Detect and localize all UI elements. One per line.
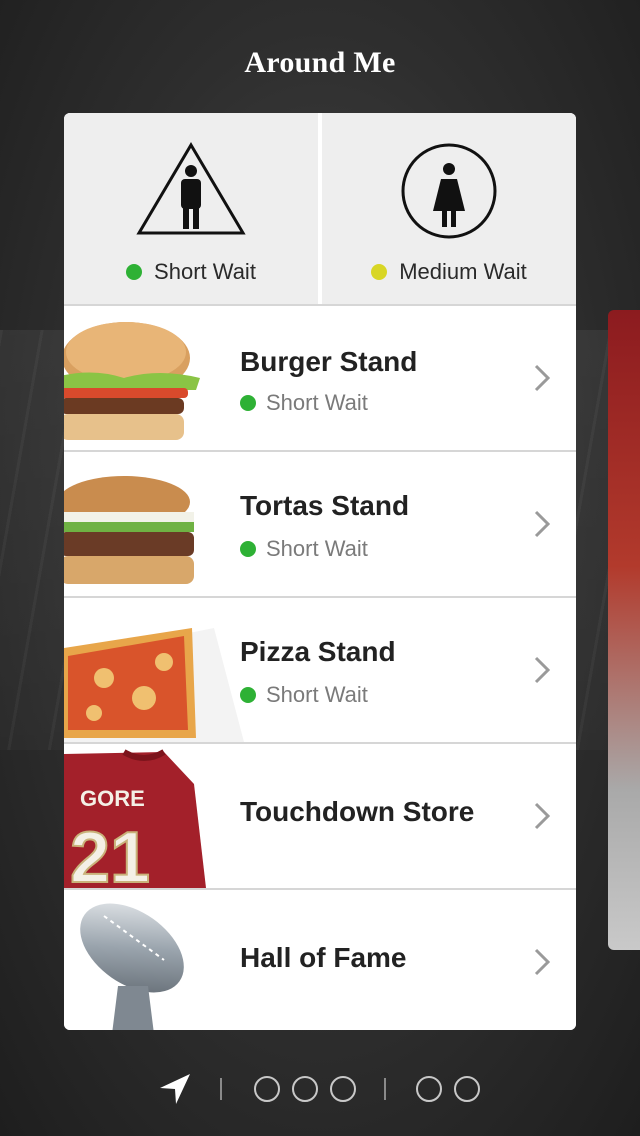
short-wait-indicator xyxy=(240,395,256,411)
list-item-tortas-stand[interactable]: Tortas Stand Short Wait xyxy=(64,450,576,596)
list-item-burger-stand[interactable]: Burger Stand Short Wait xyxy=(64,304,576,450)
list-item-hall-of-fame[interactable]: Hall of Fame xyxy=(64,888,576,1030)
womens-restroom-icon xyxy=(401,143,497,239)
item-wait-label: Short Wait xyxy=(266,390,368,415)
item-name: Burger Stand xyxy=(240,346,418,377)
mens-restroom[interactable]: Short Wait xyxy=(64,113,318,304)
around-me-card: Short Wait Medium Wait Burger Stand Shor… xyxy=(64,113,576,1030)
item-wait-label: Short Wait xyxy=(266,536,368,561)
mens-restroom-icon xyxy=(136,142,246,235)
womens-wait-label: Medium Wait xyxy=(399,259,527,284)
pizza-image xyxy=(64,598,244,742)
jersey-number: 21 xyxy=(70,818,150,888)
separator xyxy=(220,1078,222,1100)
torta-image xyxy=(64,452,214,596)
page-dot[interactable] xyxy=(454,1076,480,1102)
page-indicator xyxy=(0,1070,640,1110)
chevron-right-icon xyxy=(534,364,550,392)
jersey-name: GORE xyxy=(80,786,145,811)
mens-wait-status: Short Wait xyxy=(64,259,318,285)
short-wait-indicator xyxy=(240,687,256,703)
item-wait-label: Short Wait xyxy=(266,682,368,707)
chevron-right-icon xyxy=(534,948,550,976)
list-item-touchdown-store[interactable]: GORE 21 Touchdown Store xyxy=(64,742,576,888)
chevron-right-icon xyxy=(534,656,550,684)
womens-wait-status: Medium Wait xyxy=(322,259,576,285)
short-wait-indicator xyxy=(126,264,143,280)
item-name: Pizza Stand xyxy=(240,636,396,667)
item-wait-status: Short Wait xyxy=(240,536,368,562)
short-wait-indicator xyxy=(240,541,256,557)
chevron-right-icon xyxy=(534,802,550,830)
chevron-right-icon xyxy=(534,510,550,538)
item-wait-status: Short Wait xyxy=(240,682,368,708)
trophy-image xyxy=(64,890,214,1030)
page-dot[interactable] xyxy=(416,1076,442,1102)
womens-restroom[interactable]: Medium Wait xyxy=(318,113,576,304)
separator xyxy=(384,1078,386,1100)
item-name: Tortas Stand xyxy=(240,490,410,521)
jersey-image: GORE 21 xyxy=(64,744,214,888)
burger-image xyxy=(64,306,214,450)
list-item-pizza-stand[interactable]: Pizza Stand Short Wait xyxy=(64,596,576,742)
item-name: Touchdown Store xyxy=(240,796,475,827)
restroom-section: Short Wait Medium Wait xyxy=(64,113,576,304)
page-title: Around Me xyxy=(244,46,396,79)
item-name: Hall of Fame xyxy=(240,942,407,973)
mens-wait-label: Short Wait xyxy=(154,259,256,284)
page-dot[interactable] xyxy=(254,1076,280,1102)
page-dot[interactable] xyxy=(330,1076,356,1102)
medium-wait-indicator xyxy=(371,264,388,280)
next-card-peek[interactable] xyxy=(608,310,640,950)
location-arrow-icon[interactable] xyxy=(158,1072,192,1106)
item-wait-status: Short Wait xyxy=(240,390,368,416)
page-dot[interactable] xyxy=(292,1076,318,1102)
